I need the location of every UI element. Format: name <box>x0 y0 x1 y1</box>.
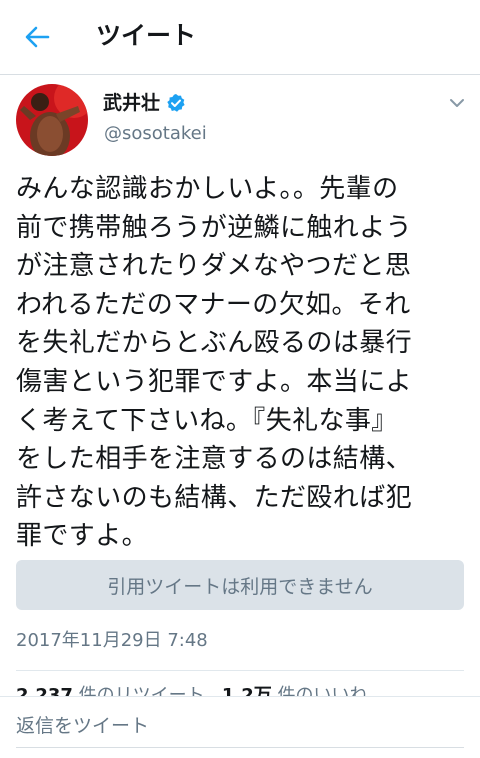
tweet-text: みんな認識おかしいよ。。先輩の 前で携帯触ろうが逆鱗に触れよう が注意されたりダ… <box>16 174 413 552</box>
reply-bar: 返信をツイート <box>0 696 480 758</box>
retweet-count[interactable]: 2,237 <box>16 685 73 696</box>
author-name-row[interactable]: 武井壮 <box>103 90 186 116</box>
back-button[interactable] <box>20 20 54 54</box>
tweet-menu-button[interactable] <box>448 94 466 112</box>
reply-input[interactable]: 返信をツイート <box>16 709 464 748</box>
chevron-down-icon <box>450 99 464 107</box>
author-name: 武井壮 <box>103 92 161 114</box>
arrow-left-icon <box>25 26 50 48</box>
avatar-image <box>16 84 88 156</box>
like-count[interactable]: 1.2万 <box>222 685 272 696</box>
quote-unavailable-label: 引用ツイートは利用できません <box>107 575 373 598</box>
page-title: ツイート <box>96 21 197 50</box>
retweet-label[interactable]: 件のリツイート <box>79 685 205 696</box>
top-bar: ツイート <box>0 0 480 75</box>
author-handle[interactable]: @sosotakei <box>104 122 207 146</box>
tweet-timestamp[interactable]: 2017年11月29日 7:48 <box>16 628 208 654</box>
avatar[interactable] <box>16 84 88 156</box>
verified-badge-icon <box>166 93 186 113</box>
tweet-stats[interactable]: 2,237 件のリツイート 1.2万 件のいいね <box>16 680 464 696</box>
divider <box>16 670 464 671</box>
quote-unavailable-box: 引用ツイートは利用できません <box>16 560 464 610</box>
like-label[interactable]: 件のいいね <box>277 685 367 696</box>
